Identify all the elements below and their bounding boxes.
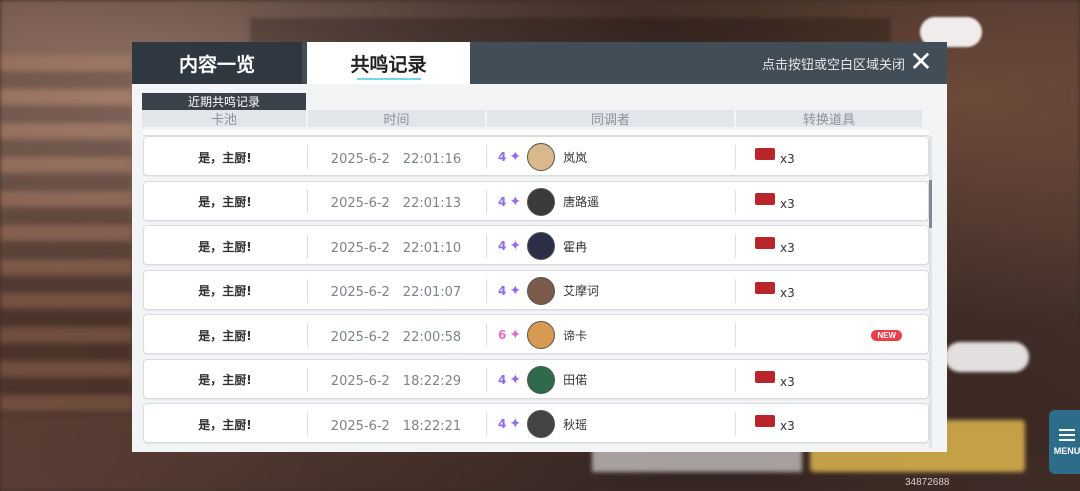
- column-header-pool: 卡池: [142, 110, 306, 128]
- star-icon: ✦: [509, 238, 522, 254]
- tab-resonance-records[interactable]: 共鸣记录: [307, 42, 470, 84]
- pool-name: 是，主厨!: [198, 373, 252, 387]
- pool-name: 是，主厨!: [198, 417, 252, 432]
- pull-time: 2025-6-2 22:01:16: [330, 151, 462, 167]
- item-cell: x3: [735, 360, 930, 400]
- record-list[interactable]: 是，主厨! 2025-6-2 22:01:16 4 ✦ 岚岚 x3 是，主厨! 2025-6-…: [132, 136, 947, 448]
- avatar: [527, 410, 556, 438]
- tab-overview[interactable]: 内容一览: [132, 42, 302, 84]
- item-cell: x3: [735, 137, 930, 177]
- pool-name: 是，主厨!: [198, 239, 252, 254]
- ticket-icon: [755, 192, 775, 205]
- rarity-number: 4: [498, 150, 507, 164]
- resonator-cell: 6 ✦ 谛卡: [486, 315, 734, 355]
- uid-text: 34872688: [905, 477, 950, 488]
- item-cell: x3: [735, 182, 930, 222]
- avatar: [527, 187, 556, 216]
- item-quantity: x3: [780, 419, 795, 433]
- pull-time: 2025-6-2 22:01:10: [330, 240, 462, 256]
- background-left-list: [0, 55, 132, 415]
- table-row[interactable]: 是，主厨! 2025-6-2 22:00:58 6 ✦ 谛卡 NEW: [143, 314, 929, 354]
- resonator-name: 艾摩诃: [563, 284, 600, 298]
- pull-time: 2025-6-2 22:01:07: [330, 285, 462, 300]
- rarity-number: 4: [498, 283, 507, 298]
- menu-icon: [1059, 428, 1075, 441]
- table-row[interactable]: 是，主厨! 2025-6-2 22:01:13 4 ✦ 唐路遥 x3: [143, 180, 930, 222]
- item-cell: x3: [735, 404, 930, 444]
- resonator-name: 唐路遥: [563, 195, 600, 209]
- rarity-number: 6: [498, 328, 507, 342]
- column-header-resonator: 同调者: [487, 110, 734, 128]
- rarity-number: 4: [498, 194, 507, 209]
- resonator-name: 霍冉: [563, 239, 588, 254]
- dialog-header: 内容一览 共鸣记录 点击按钮或空白区域关闭 ✕: [132, 42, 947, 84]
- column-header-time: 时间: [308, 110, 485, 128]
- ticket-icon: [755, 370, 775, 383]
- star-icon: ✦: [509, 371, 522, 388]
- background-detail-button: [945, 342, 1029, 372]
- item-cell: x3: [735, 271, 930, 311]
- pull-time: 2025-6-2 18:22:21: [330, 418, 462, 434]
- dialog-body: 近期共鸣记录 卡池 时间 同调者 转换道具 是，主厨! 2025-6-2 22:0…: [132, 84, 947, 452]
- ticket-icon: [755, 237, 775, 249]
- table-row[interactable]: 是，主厨! 2025-6-2 18:22:21 4 ✦ 秋瑶 x3: [143, 403, 929, 443]
- resonator-name: 岚岚: [563, 150, 588, 165]
- pool-name: 是，主厨!: [198, 328, 252, 343]
- item-cell: x3: [735, 226, 930, 266]
- resonator-name: 田偌: [563, 373, 588, 387]
- menu-button[interactable]: MENU: [1049, 410, 1080, 474]
- item-quantity: x3: [780, 241, 795, 255]
- resonator-name: 秋瑶: [563, 417, 588, 432]
- background-top-bar: [250, 18, 890, 44]
- close-icon[interactable]: ✕: [909, 48, 933, 76]
- avatar: [527, 232, 556, 260]
- pool-name: 是，主厨!: [198, 150, 252, 165]
- table-row[interactable]: 是，主厨! 2025-6-2 22:01:10 4 ✦ 霍冉 x3: [143, 225, 929, 265]
- pull-time: 2025-6-2 18:22:29: [330, 374, 462, 389]
- pull-time: 2025-6-2 22:01:13: [330, 196, 462, 211]
- table-row[interactable]: 是，主厨! 2025-6-2 22:01:07 4 ✦ 艾摩诃 x3: [143, 269, 930, 311]
- item-quantity: x3: [780, 374, 795, 389]
- rarity-number: 4: [498, 239, 507, 253]
- resonance-record-dialog: 内容一览 共鸣记录 点击按钮或空白区域关闭 ✕ 近期共鸣记录 卡池 时间 同调者…: [132, 42, 947, 452]
- column-header-item: 转换道具: [736, 110, 922, 128]
- ticket-icon: [755, 415, 775, 427]
- new-badge: NEW: [871, 330, 902, 341]
- rarity-number: 4: [498, 372, 507, 387]
- pull-time: 2025-6-2 22:00:58: [330, 329, 462, 345]
- pool-name: 是，主厨!: [198, 284, 252, 298]
- ticket-icon: [755, 148, 775, 160]
- resonator-cell: 4 ✦ 田偌: [486, 360, 734, 400]
- ticket-icon: [755, 281, 775, 294]
- avatar: [527, 276, 556, 305]
- table-row[interactable]: 是，主厨! 2025-6-2 18:22:29 4 ✦ 田偌 x3: [143, 358, 930, 400]
- table-row[interactable]: 是，主厨! 2025-6-2 22:01:16 4 ✦ 岚岚 x3: [143, 136, 929, 176]
- star-icon: ✦: [509, 416, 522, 432]
- star-icon: ✦: [509, 193, 522, 210]
- resonator-cell: 4 ✦ 霍冉: [486, 226, 734, 266]
- rarity-number: 4: [498, 417, 507, 431]
- menu-label: MENU: [1053, 445, 1080, 456]
- avatar: [527, 365, 556, 394]
- avatar: [527, 143, 556, 171]
- star-icon: ✦: [509, 149, 522, 165]
- section-title: 近期共鸣记录: [142, 93, 306, 110]
- item-quantity: x3: [780, 196, 795, 211]
- close-hint: 点击按钮或空白区域关闭: [761, 58, 905, 73]
- item-quantity: x3: [780, 152, 795, 166]
- avatar: [527, 321, 556, 349]
- star-icon: ✦: [509, 282, 522, 299]
- resonator-cell: 4 ✦ 唐路遥: [486, 182, 734, 222]
- item-quantity: x3: [780, 285, 795, 300]
- resonator-cell: 4 ✦ 艾摩诃: [486, 271, 734, 311]
- resonator-name: 谛卡: [563, 328, 588, 343]
- scrollbar-thumb[interactable]: [929, 180, 932, 228]
- resonator-cell: 4 ✦ 秋瑶: [486, 404, 734, 444]
- resonator-cell: 4 ✦ 岚岚: [486, 137, 734, 177]
- pool-name: 是，主厨!: [198, 195, 252, 209]
- star-icon: ✦: [509, 327, 522, 343]
